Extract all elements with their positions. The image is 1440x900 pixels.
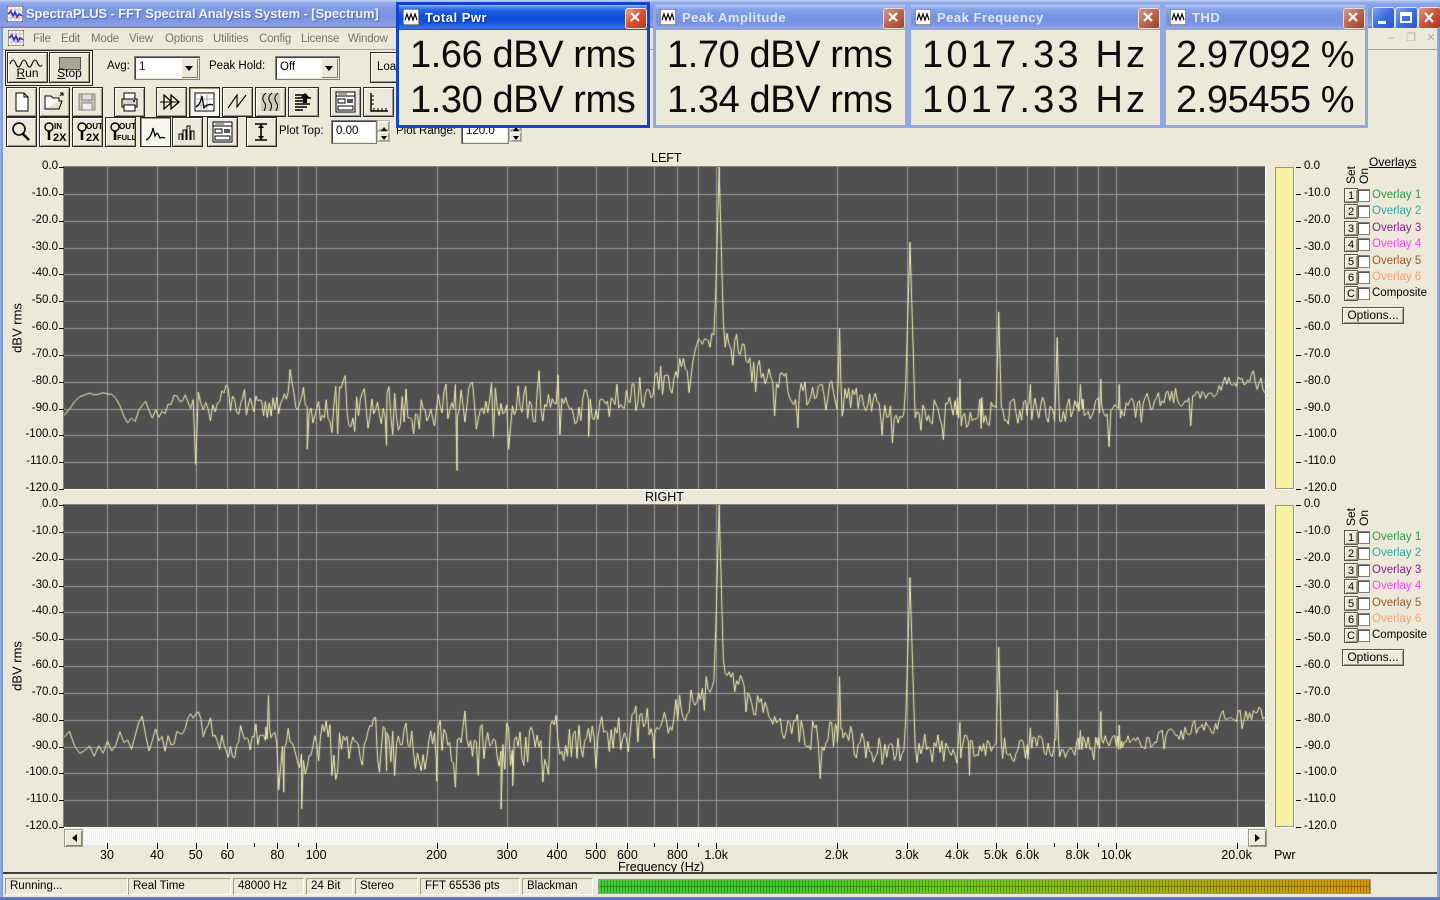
svg-text:On: On [1357, 510, 1371, 526]
svg-text:FULL: FULL [117, 133, 135, 142]
svg-text:OUT: OUT [119, 122, 135, 131]
svg-text:dBV rms: dBV rms [10, 303, 25, 353]
svg-text:2X: 2X [86, 132, 100, 144]
svg-text:2X: 2X [53, 132, 67, 144]
svg-text:OUT: OUT [86, 122, 102, 131]
svg-text:On: On [1357, 168, 1371, 184]
svg-text:IN: IN [54, 122, 62, 131]
svg-text:dBV rms: dBV rms [10, 641, 25, 691]
